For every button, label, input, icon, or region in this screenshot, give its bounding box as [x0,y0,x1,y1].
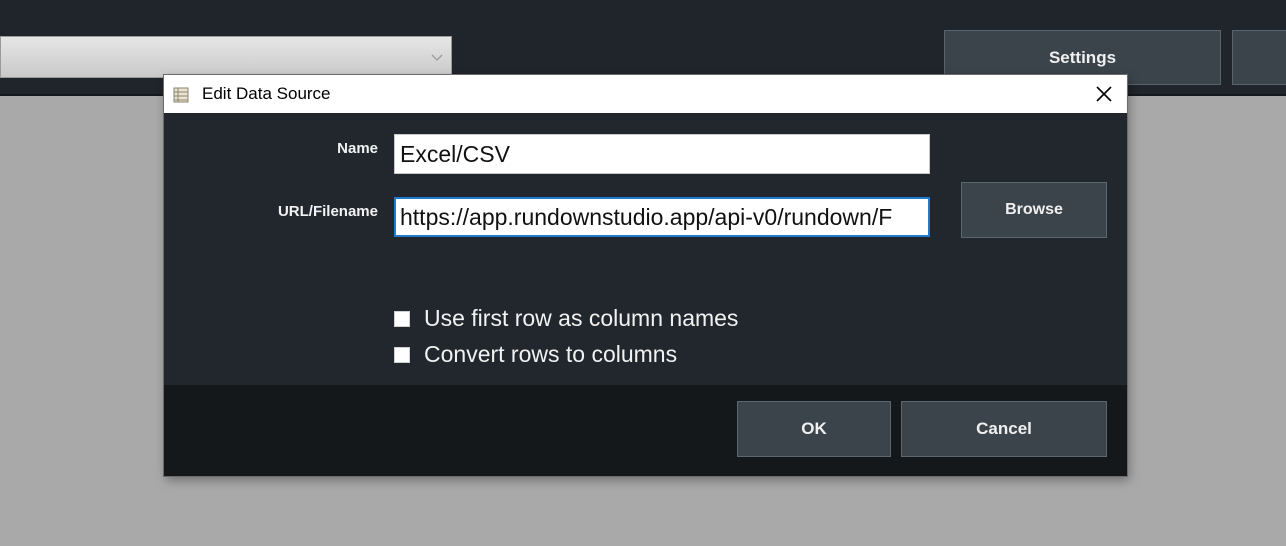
name-input[interactable]: Excel/CSV [394,134,930,174]
settings-button-label: Settings [1048,47,1117,67]
edit-data-source-dialog: Edit Data Source Name Excel/CSV URL/File… [164,75,1127,476]
ok-button[interactable]: OK [737,401,891,457]
use-first-row-checkbox[interactable] [394,310,410,327]
ok-button-label: OK [801,419,827,438]
use-first-row-label: Use first row as column names [424,305,739,331]
convert-rows-label: Convert rows to columns [424,341,678,367]
convert-rows-checkbox[interactable] [394,346,410,363]
dialog-title: Edit Data Source [202,84,331,103]
cancel-button[interactable]: Cancel [901,401,1107,457]
browse-button[interactable]: Browse [961,182,1107,238]
topbar-button[interactable] [1232,30,1286,85]
close-icon [1096,86,1112,102]
background-dropdown[interactable] [0,36,452,78]
name-label: Name [337,140,378,157]
url-filename-label: URL/Filename [277,203,378,220]
data-source-icon [173,87,189,103]
dialog-titlebar: Edit Data Source [164,75,1127,113]
browse-button-label: Browse [1005,201,1063,218]
url-filename-input[interactable]: https://app.rundownstudio.app/api-v0/run… [394,197,930,237]
dialog-footer: OK Cancel [164,385,1127,476]
chevron-down-icon [431,54,443,61]
cancel-button-label: Cancel [976,419,1032,438]
convert-rows-checkbox-row[interactable]: Convert rows to columns [394,341,677,368]
use-first-row-checkbox-row[interactable]: Use first row as column names [394,305,738,332]
close-button[interactable] [1081,75,1127,113]
